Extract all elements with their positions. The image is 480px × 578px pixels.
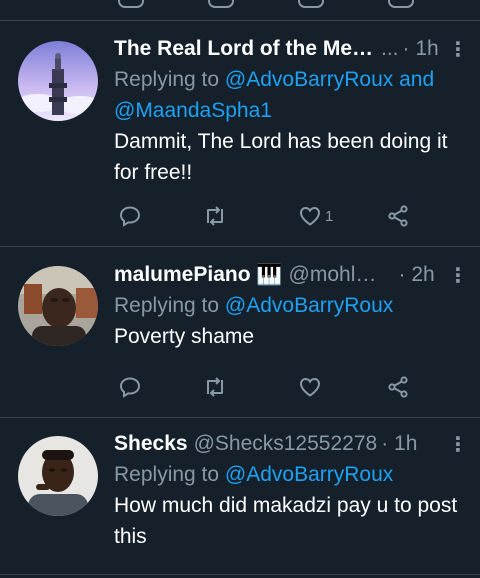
display-name[interactable]: malumePiano 🎹: [114, 263, 283, 287]
more-options-icon[interactable]: ⋮: [448, 37, 468, 62]
share-icon: [388, 376, 408, 398]
retweet-icon: [207, 377, 223, 397]
handle[interactable]: @mohlephi...: [289, 263, 387, 287]
reply-button[interactable]: [118, 200, 142, 232]
display-name[interactable]: Shecks: [114, 432, 188, 456]
avatar[interactable]: [18, 436, 98, 516]
retweet-button[interactable]: [203, 371, 227, 403]
share-icon[interactable]: [388, 0, 414, 8]
share-button[interactable]: [386, 200, 410, 232]
tweet-text: Poverty shame: [114, 325, 255, 348]
divider: [0, 574, 480, 575]
handle-truncated[interactable]: ...: [381, 37, 399, 61]
like-count: 1: [325, 207, 334, 225]
tweet-header: malumePiano 🎹 @mohlephi... · 2h ⋮: [114, 260, 468, 290]
more-options-icon[interactable]: ⋮: [448, 432, 468, 457]
tweet-actions: [114, 371, 434, 403]
reply-button[interactable]: [118, 371, 142, 403]
reply-icon: [119, 377, 141, 398]
heart-icon: [299, 377, 321, 397]
retweet-icon[interactable]: [208, 0, 234, 8]
heart-icon: [299, 206, 321, 226]
avatar[interactable]: [18, 266, 98, 346]
timestamp[interactable]: · 1h: [381, 432, 417, 456]
replying-to: Replying to @AdvoBarryRoux: [114, 459, 464, 490]
like-button[interactable]: 1: [298, 200, 333, 232]
tweet-text: How much did makadzi pay u to post this: [114, 494, 458, 548]
share-icon: [388, 205, 408, 227]
replying-label: Replying to: [114, 294, 220, 317]
like-button[interactable]: [298, 371, 322, 403]
share-button[interactable]: [386, 371, 410, 403]
replying-to-link[interactable]: @AdvoBarryRoux: [225, 463, 393, 486]
tweet-3[interactable]: Shecks @Shecks12552278 · 1h ⋮ Replying t…: [0, 418, 480, 578]
tweet-text: Dammit, The Lord has been doing it for f…: [114, 130, 448, 184]
replying-to: Replying to @AdvoBarryRoux and @MaandaSp…: [114, 64, 464, 126]
timestamp[interactable]: · 1h: [403, 37, 439, 61]
more-options-icon[interactable]: ⋮: [448, 263, 468, 288]
tweet-2[interactable]: malumePiano 🎹 @mohlephi... · 2h ⋮ Replyi…: [0, 247, 480, 417]
reply-icon[interactable]: [118, 0, 144, 8]
replying-to: Replying to @AdvoBarryRoux: [114, 290, 464, 321]
previous-tweet-actions: [0, 0, 480, 18]
replying-to-link[interactable]: @AdvoBarryRoux: [225, 294, 393, 317]
tweet-header: Shecks @Shecks12552278 · 1h ⋮: [114, 429, 468, 459]
reply-icon: [119, 206, 141, 227]
timestamp[interactable]: · 2h: [399, 263, 435, 287]
tweet-header: The Real Lord of the Media ... · 1h ⋮: [114, 34, 468, 64]
replying-label: Replying to: [114, 68, 220, 91]
like-icon[interactable]: [298, 0, 324, 8]
handle[interactable]: @Shecks12552278: [194, 432, 378, 456]
retweet-icon: [207, 206, 223, 226]
retweet-button[interactable]: [203, 200, 227, 232]
tweet-actions: 1: [114, 200, 434, 232]
replying-label: Replying to: [114, 463, 220, 486]
tweet-1[interactable]: The Real Lord of the Media ... · 1h ⋮ Re…: [0, 20, 480, 246]
display-name[interactable]: The Real Lord of the Media: [114, 37, 379, 61]
avatar[interactable]: [18, 41, 98, 121]
